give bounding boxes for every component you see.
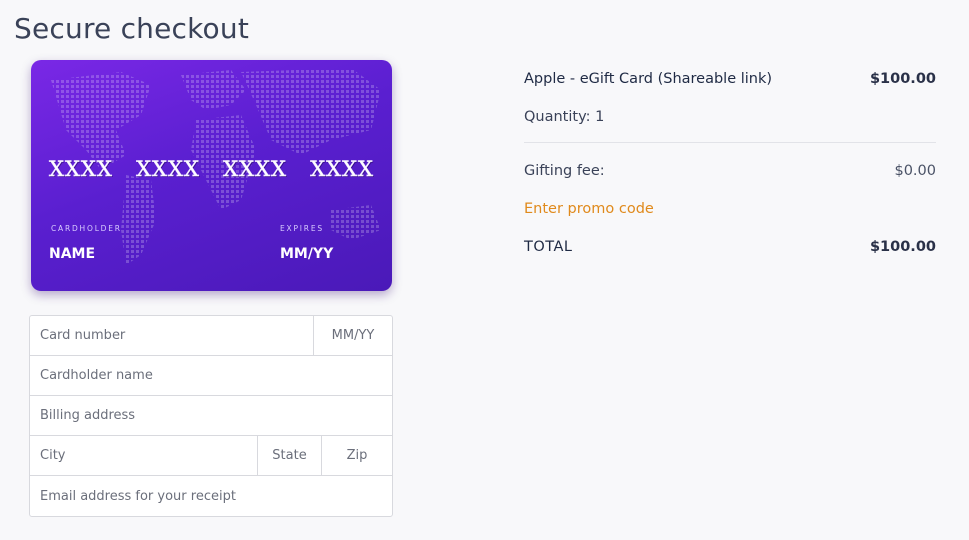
form-row-billing: Billing address	[30, 396, 392, 436]
card-preview: XXXX XXXX XXXX XXXX CARDHOLDER NAME EXPI…	[31, 60, 392, 291]
card-number-group: XXXX	[310, 157, 374, 182]
cardholder-value: NAME	[49, 246, 96, 262]
email-input[interactable]: Email address for your receipt	[30, 476, 392, 516]
card-number-group: XXXX	[223, 157, 287, 182]
cardholder-label: CARDHOLDER	[51, 224, 122, 233]
page-title: Secure checkout	[14, 12, 249, 45]
product-line: Apple - eGift Card (Shareable link) $100…	[524, 60, 936, 98]
expiry-input[interactable]: MM/YY	[314, 316, 392, 355]
fee-label: Gifting fee:	[524, 163, 605, 179]
total-amount: $100.00	[869, 239, 936, 255]
expires-label: EXPIRES	[280, 224, 324, 233]
payment-form: Card number MM/YY Cardholder name Billin…	[29, 315, 393, 517]
quantity-text: Quantity: 1	[524, 109, 605, 125]
billing-address-input[interactable]: Billing address	[30, 396, 392, 435]
fee-line: Gifting fee: $0.00	[524, 152, 936, 190]
city-input[interactable]: City	[30, 436, 258, 475]
promo-code-link[interactable]: Enter promo code	[524, 190, 936, 228]
summary-divider	[524, 142, 936, 143]
card-number-input[interactable]: Card number	[30, 316, 314, 355]
fee-amount: $0.00	[894, 163, 936, 179]
product-name: Apple - eGift Card (Shareable link)	[524, 71, 773, 87]
cardholder-name-input[interactable]: Cardholder name	[30, 356, 392, 395]
form-row-email: Email address for your receipt	[30, 476, 392, 516]
quantity-line: Quantity: 1	[524, 98, 936, 136]
expires-value: MM/YY	[280, 246, 334, 262]
form-row-holder: Cardholder name	[30, 356, 392, 396]
state-input[interactable]: State	[258, 436, 322, 475]
zip-input[interactable]: Zip	[322, 436, 392, 475]
card-number-display: XXXX XXXX XXXX XXXX	[49, 157, 374, 182]
card-number-group: XXXX	[136, 157, 200, 182]
card-number-group: XXXX	[49, 157, 113, 182]
total-line: TOTAL $100.00	[524, 228, 936, 266]
total-label: TOTAL	[524, 239, 573, 255]
order-summary: Apple - eGift Card (Shareable link) $100…	[524, 60, 936, 266]
form-row-card: Card number MM/YY	[30, 316, 392, 356]
product-price: $100.00	[869, 71, 936, 87]
form-row-location: City State Zip	[30, 436, 392, 476]
